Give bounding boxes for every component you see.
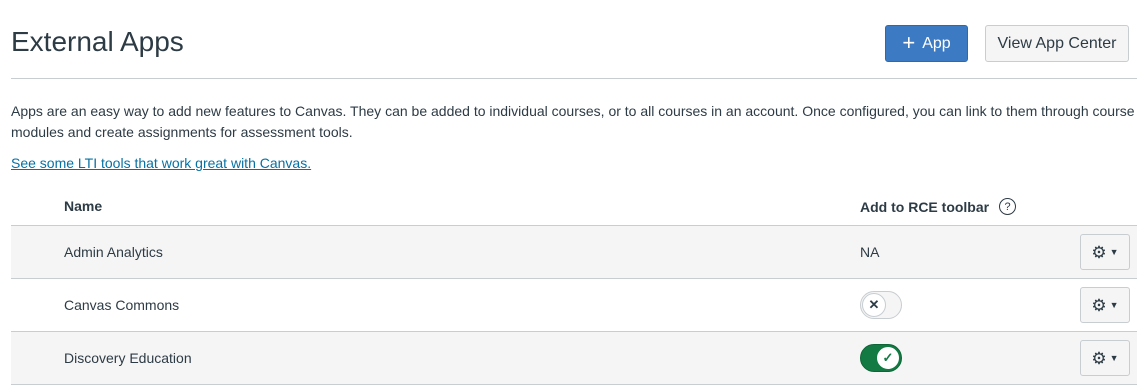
table-row: Canvas Commons ✕ ⚙ ▼ [11, 278, 1137, 331]
x-icon: ✕ [862, 293, 886, 317]
app-name: Admin Analytics [64, 244, 163, 260]
table-row: Admin Analytics NA ⚙ ▼ [11, 225, 1137, 278]
caret-down-icon: ▼ [1109, 352, 1119, 363]
gear-icon: ⚙ [1091, 242, 1107, 262]
app-settings-button[interactable]: ⚙ ▼ [1080, 234, 1130, 270]
app-settings-button[interactable]: ⚙ ▼ [1080, 340, 1130, 376]
app-name: Discovery Education [64, 350, 192, 366]
lti-tools-link[interactable]: See some LTI tools that work great with … [11, 155, 311, 171]
gear-icon: ⚙ [1091, 348, 1107, 368]
help-icon[interactable]: ? [999, 198, 1017, 215]
intro-text: Apps are an easy way to add new features… [11, 103, 1135, 140]
rce-status: NA [860, 244, 880, 260]
view-app-center-button[interactable]: View App Center [985, 25, 1129, 62]
caret-down-icon: ▼ [1109, 246, 1119, 257]
column-header-rce: Add to RCE toolbar ? [860, 198, 1017, 215]
rce-toggle[interactable]: ✕ [860, 291, 902, 319]
app-settings-button[interactable]: ⚙ ▼ [1080, 287, 1130, 323]
rce-toggle[interactable]: ✓ [860, 344, 902, 372]
plus-icon: + [902, 29, 916, 55]
app-name: Canvas Commons [64, 297, 180, 313]
caret-down-icon: ▼ [1109, 299, 1119, 310]
table-row: Discovery Education ✓ ⚙ ▼ [11, 331, 1137, 384]
table-bottom-divider [11, 384, 1137, 385]
add-app-button[interactable]: + App [885, 25, 968, 62]
page-title: External Apps [11, 26, 184, 57]
header-divider [11, 78, 1137, 79]
check-icon: ✓ [876, 346, 900, 370]
column-header-rce-label: Add to RCE toolbar [860, 198, 990, 215]
add-app-label: App [922, 34, 951, 52]
column-header-name: Name [64, 198, 103, 214]
gear-icon: ⚙ [1091, 295, 1107, 315]
